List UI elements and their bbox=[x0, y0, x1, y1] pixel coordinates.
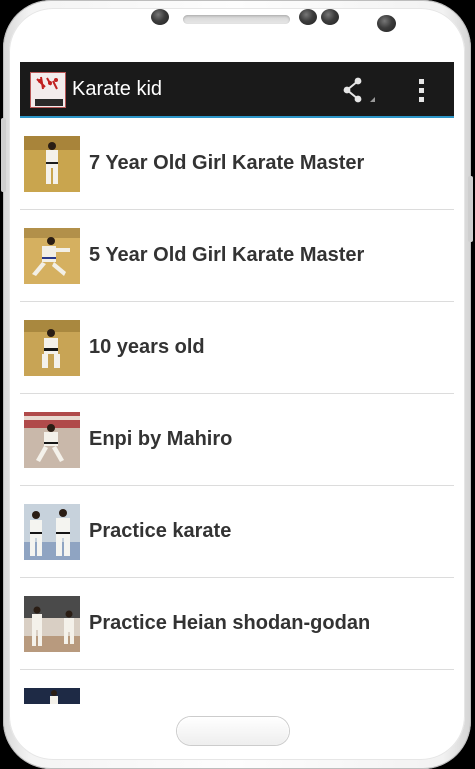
app-logo bbox=[30, 72, 66, 108]
proximity-sensor-icon bbox=[299, 9, 317, 25]
video-thumbnail bbox=[24, 228, 80, 284]
overflow-menu-button[interactable] bbox=[410, 74, 434, 106]
volume-button bbox=[1, 118, 6, 192]
video-title: 7 Year Old Girl Karate Master bbox=[89, 152, 365, 174]
video-thumbnail bbox=[24, 688, 80, 704]
app-title: Karate kid bbox=[72, 78, 163, 100]
video-thumbnail bbox=[24, 412, 80, 468]
app-screen: Karate kid 7 Year Old Girl Karate Master… bbox=[20, 62, 454, 704]
front-sensor-icon bbox=[151, 9, 169, 25]
list-item[interactable] bbox=[20, 670, 454, 704]
list-item[interactable]: Enpi by Mahiro bbox=[20, 394, 454, 486]
video-title: Enpi by Mahiro bbox=[89, 428, 233, 450]
list-item[interactable]: Practice Heian shodan-godan bbox=[20, 578, 454, 670]
front-camera-icon bbox=[377, 15, 396, 32]
list-item[interactable]: 5 Year Old Girl Karate Master bbox=[20, 210, 454, 302]
share-button[interactable] bbox=[338, 74, 378, 106]
video-list[interactable]: 7 Year Old Girl Karate Master 5 Year Old… bbox=[20, 118, 454, 704]
share-icon bbox=[343, 77, 375, 103]
light-sensor-icon bbox=[321, 9, 339, 25]
list-item[interactable]: 10 years old bbox=[20, 302, 454, 394]
action-bar: Karate kid bbox=[20, 62, 454, 116]
list-item[interactable]: Practice karate bbox=[20, 486, 454, 578]
video-title: 10 years old bbox=[89, 336, 205, 358]
list-item[interactable]: 7 Year Old Girl Karate Master bbox=[20, 118, 454, 210]
overflow-menu-icon bbox=[419, 79, 424, 102]
video-thumbnail bbox=[24, 596, 80, 652]
home-button[interactable] bbox=[177, 717, 289, 745]
video-title: 5 Year Old Girl Karate Master bbox=[89, 244, 365, 266]
video-thumbnail bbox=[24, 504, 80, 560]
video-thumbnail bbox=[24, 136, 80, 192]
video-title: Practice karate bbox=[89, 520, 232, 542]
video-title: Practice Heian shodan-godan bbox=[89, 612, 371, 634]
video-thumbnail bbox=[24, 320, 80, 376]
power-button bbox=[468, 176, 473, 242]
earpiece-speaker bbox=[183, 15, 290, 24]
